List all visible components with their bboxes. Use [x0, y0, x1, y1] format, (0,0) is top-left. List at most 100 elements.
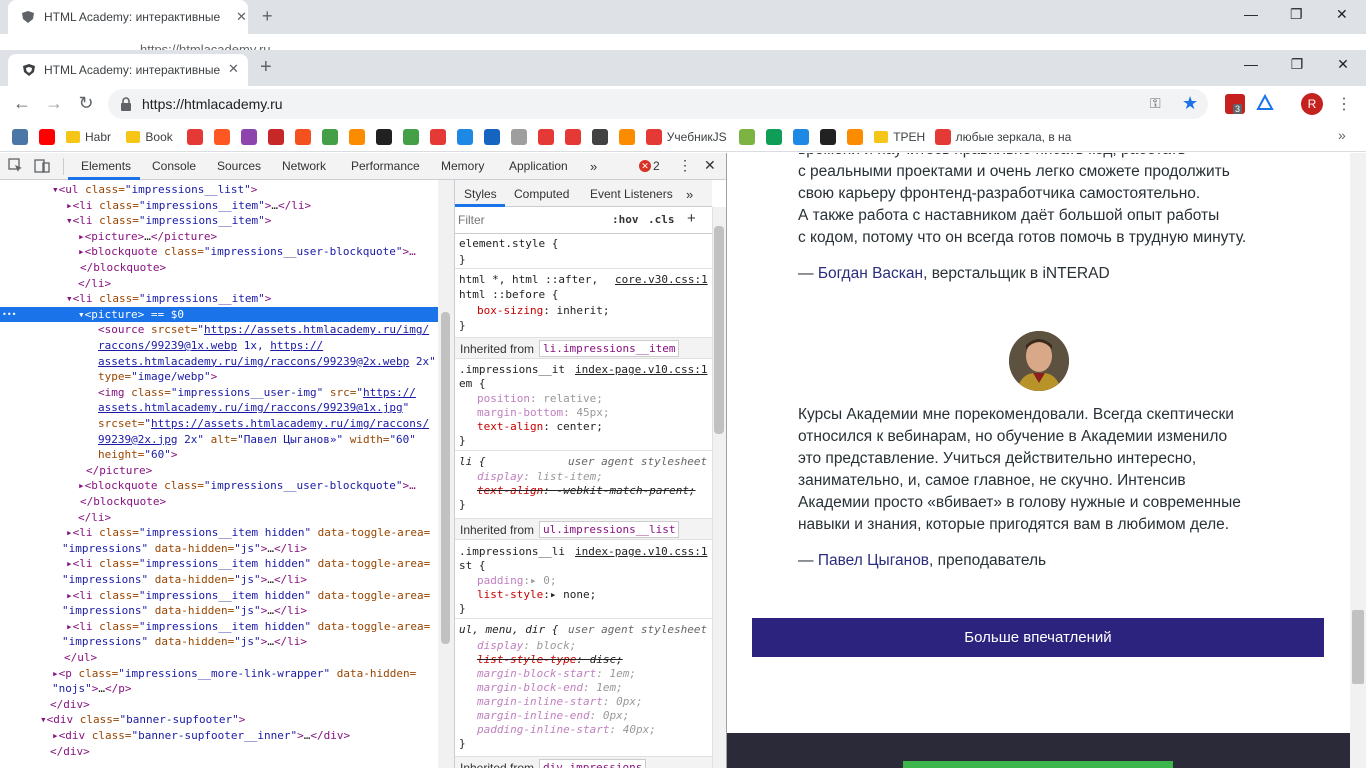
styles-filter-input[interactable] [458, 211, 598, 229]
minimize-button[interactable]: — [1236, 56, 1266, 72]
dom-node-line[interactable]: "impressions" data-hidden="js">…</li> [0, 541, 438, 557]
bookmark-icon[interactable] [820, 128, 837, 146]
inherited-node-link[interactable]: li.impressions__item [539, 340, 680, 357]
error-count[interactable]: 2 [653, 159, 660, 173]
node-actions-icon[interactable]: ••• [2, 307, 16, 323]
dom-node-line[interactable]: ▸<li class="impressions__item hidden" da… [0, 525, 438, 541]
url-text[interactable]: https://htmlacademy.ru [142, 96, 283, 112]
dom-node-line[interactable]: "impressions" data-hidden="js">…</li> [0, 634, 438, 650]
bookmark-icon[interactable] [402, 128, 419, 146]
bookmark-icon[interactable] [429, 128, 446, 146]
dom-node-line[interactable]: type="image/webp"> [0, 369, 438, 385]
rule5-decl-4[interactable]: margin-block-end: 1em; [477, 681, 623, 694]
new-tab-button[interactable]: + [260, 56, 272, 78]
rule4-decl-2[interactable]: list-style:▸ none; [477, 588, 596, 601]
dom-node-line[interactable]: 99239@2x.jpg 2x" alt="Павел Цыганов»" wi… [0, 432, 438, 448]
bookmark-icon[interactable] [267, 128, 284, 146]
dom-node-line[interactable]: assets.htmlacademy.ru/img/raccons/99239@… [0, 400, 438, 416]
bookmark-icon[interactable] [240, 128, 257, 146]
bookmark-28[interactable]: любые зеркала, в на [934, 128, 1071, 146]
bookmark-icon[interactable] [348, 128, 365, 146]
inherited-node-link[interactable]: ul.impressions__list [539, 521, 680, 538]
bookmark-icon[interactable] [483, 128, 500, 146]
tab-sources[interactable]: Sources [217, 159, 261, 173]
bookmark-27[interactable]: ТРЕН [874, 128, 925, 146]
url-link[interactable]: raccons/99239@1x.webp [98, 339, 237, 352]
bookmark-star-icon[interactable]: ★ [1182, 93, 1198, 114]
tab-elements[interactable]: Elements [81, 159, 131, 173]
bookmark-icon[interactable] [739, 128, 756, 146]
bookmark-icon[interactable] [294, 128, 311, 146]
url-link[interactable]: assets.htmlacademy.ru/img/raccons/99239@… [98, 401, 403, 414]
dom-node-line[interactable]: raccons/99239@1x.webp 1x, https:// [0, 338, 438, 354]
bookmark-icon[interactable] [375, 128, 392, 146]
tab-memory[interactable]: Memory [441, 159, 484, 173]
active-tab[interactable]: HTML Academy: интерактивные ✕ [8, 54, 248, 86]
dom-node-line[interactable]: ▾<div class="banner-supfooter"> [0, 712, 438, 728]
dom-node-line[interactable]: </blockquote> [0, 494, 438, 510]
dom-node-line[interactable]: ▸<div class="banner-supfooter__inner">…<… [0, 728, 438, 744]
url-link[interactable]: assets.htmlacademy.ru/img/raccons/99239@… [98, 355, 409, 368]
back-icon[interactable]: ← [10, 92, 34, 114]
cls-toggle[interactable]: .cls [648, 213, 675, 226]
menu-icon[interactable]: ⋮ [1336, 94, 1352, 114]
bookmark-icon[interactable] [618, 128, 635, 146]
rule2-source-link[interactable]: index-page.v10.css:1 [575, 363, 707, 376]
more-impressions-button[interactable]: Больше впечатлений [752, 618, 1324, 657]
devtools-menu-icon[interactable]: ⋮ [678, 157, 692, 174]
tab-event-listeners[interactable]: Event Listeners [590, 187, 673, 201]
close-window-button[interactable]: ✕ [1328, 56, 1358, 73]
dom-node-line[interactable]: ▸<picture>…</picture> [0, 229, 438, 245]
bookmark-icon[interactable] [766, 128, 783, 146]
inherited-node-link[interactable]: div.impressions [539, 759, 647, 768]
rule3-decl-2[interactable]: text-align: -webkit-match-parent; [477, 484, 696, 497]
rule1-selector[interactable]: html *, html ::after, [459, 273, 598, 286]
bookmark-21[interactable]: УчебникJS [645, 128, 727, 146]
dom-node-line[interactable]: </div> [0, 744, 438, 760]
dom-node-line[interactable]: height="60"> [0, 447, 438, 463]
dom-node-line[interactable]: ▸<p class="impressions__more-link-wrappe… [0, 666, 438, 682]
styles-scrollbar-thumb[interactable] [714, 226, 724, 434]
dom-node-line[interactable]: "impressions" data-hidden="js">…</li> [0, 572, 438, 588]
tab-styles[interactable]: Styles [464, 187, 497, 201]
rule5-decl-7[interactable]: padding-inline-start: 40px; [477, 723, 656, 736]
rule5-decl-3[interactable]: margin-block-start: 1em; [477, 667, 636, 680]
rule4-source-link[interactable]: index-page.v10.css:1 [575, 545, 707, 558]
error-icon[interactable]: ✕ [639, 160, 651, 172]
dom-node-line[interactable]: srcset="https://assets.htmlacademy.ru/im… [0, 416, 438, 432]
dom-node-line[interactable]: ▾<li class="impressions__item"> [0, 291, 438, 307]
dom-node-line[interactable]: ••• ▾<picture> == $0 [0, 306, 438, 323]
close-devtools-icon[interactable]: ✕ [704, 157, 716, 174]
extension-icon[interactable]: 3 [1225, 94, 1245, 114]
dom-node-line[interactable]: ▾<li class="impressions__item"> [0, 213, 438, 229]
rule5-decl-5[interactable]: margin-inline-start: 0px; [477, 695, 643, 708]
bookmark-icon[interactable] [537, 128, 554, 146]
add-rule-icon[interactable]: + [687, 210, 696, 227]
rule3-decl-1[interactable]: display: list-item; [477, 470, 603, 483]
close-tab-icon[interactable]: ✕ [228, 61, 239, 77]
elements-scrollbar-thumb[interactable] [441, 312, 450, 644]
key-icon[interactable]: ⚿ [1150, 95, 1161, 112]
tab-console[interactable]: Console [152, 159, 196, 173]
bookmark-icon[interactable] [213, 128, 230, 146]
bookmark-icon[interactable] [321, 128, 338, 146]
dom-node-line[interactable]: ▸<li class="impressions__item hidden" da… [0, 619, 438, 635]
rule5-decl-6[interactable]: margin-inline-end: 0px; [477, 709, 629, 722]
banner-cta-button[interactable] [903, 761, 1173, 768]
url-link[interactable]: 99239@2x.jpg [98, 433, 177, 446]
bookmarks-overflow-icon[interactable]: » [1338, 127, 1346, 143]
bookmark-icon[interactable] [564, 128, 581, 146]
hov-toggle[interactable]: :hov [612, 213, 639, 226]
bookmark-3[interactable]: Book [126, 128, 173, 146]
tab-network[interactable]: Network [282, 159, 326, 173]
dom-node-line[interactable]: </ul> [0, 650, 438, 666]
bookmark-icon[interactable] [847, 128, 864, 146]
dom-node-line[interactable]: ▸<li class="impressions__item hidden" da… [0, 556, 438, 572]
forward-icon[interactable]: → [42, 92, 66, 114]
maximize-button[interactable]: ❐ [1282, 56, 1312, 73]
rule2-selector[interactable]: .impressions__it [459, 363, 565, 376]
rule2-decl-1[interactable]: position: relative; [477, 392, 603, 405]
bookmark-icon[interactable] [456, 128, 473, 146]
more-tabs-icon[interactable]: » [686, 187, 693, 202]
dom-node-line[interactable]: ▾<ul class="impressions__list"> [0, 182, 438, 198]
